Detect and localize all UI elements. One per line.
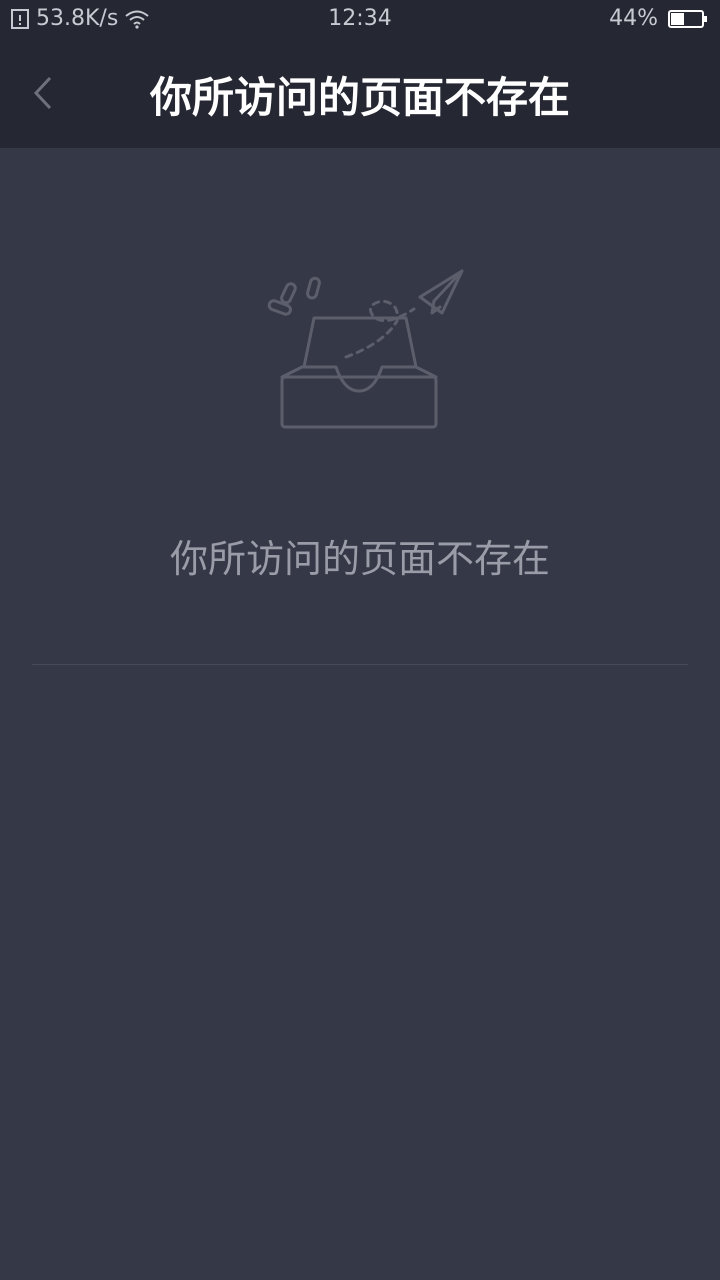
battery-percent: 44% bbox=[609, 6, 658, 31]
app-bar: 你所访问的页面不存在 bbox=[0, 38, 720, 148]
status-right: 44% bbox=[609, 6, 708, 31]
battery-fill bbox=[671, 12, 684, 25]
status-bar: 53.8K/s 12:34 44% bbox=[0, 0, 720, 38]
empty-inbox-paper-plane-icon bbox=[267, 269, 464, 429]
battery-icon bbox=[668, 9, 707, 28]
page-title: 你所访问的页面不存在 bbox=[149, 73, 570, 122]
empty-message: 你所访问的页面不存在 bbox=[169, 537, 550, 581]
divider bbox=[32, 664, 688, 665]
